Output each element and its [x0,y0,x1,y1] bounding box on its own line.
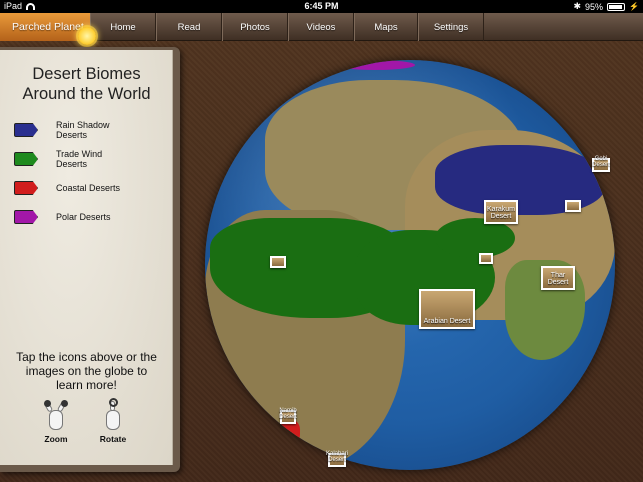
legend-label: Polar Deserts [56,212,111,222]
status-bar: iPad 6:45 PM ✱ 95% ⚡ [0,0,643,13]
persian-desert-region [435,218,515,258]
tab-read[interactable]: Read [156,13,222,41]
legend-panel: Desert Biomes Around the World Rain Shad… [0,50,173,465]
legend: Rain Shadow Deserts Trade Wind Deserts C… [14,116,169,232]
instruction-text: Tap the icons above or the images on the… [4,350,169,392]
globe-map[interactable] [205,60,615,470]
legend-label-line2: Deserts [56,159,88,169]
tab-photos[interactable]: Photos [222,13,288,41]
legend-label: Trade Wind Deserts [56,149,102,169]
legend-label-line1: Trade Wind [56,149,103,159]
instruction-line3: learn more! [56,378,117,392]
nav-bar: Parched Planet Home Read Photos Videos M… [0,13,643,45]
polar-swatch-icon [14,210,38,224]
tab-settings[interactable]: Settings [418,13,484,41]
panel-title: Desert Biomes Around the World [0,64,173,104]
coastal-swatch-icon [14,181,38,195]
thar-desert-thumbnail[interactable]: Thar Desert [541,266,575,290]
tab-home[interactable]: Home [90,13,156,41]
sun-icon [78,27,96,45]
instruction-line2: images on the globe to [25,364,148,378]
tab-maps[interactable]: Maps [354,13,418,41]
legend-label: Coastal Deserts [56,183,121,193]
status-right: ✱ 95% ⚡ [573,1,639,12]
battery-percent: 95% [585,1,604,12]
legend-item-rain-shadow[interactable]: Rain Shadow Deserts [14,116,169,144]
rotate-gesture: Rotate [93,398,133,444]
legend-label: Rain Shadow Deserts [56,120,110,140]
brand-label: Parched Planet [12,21,84,33]
kalahari-desert-thumbnail[interactable]: Kalahari Desert [326,451,348,467]
panel-title-line1: Desert Biomes [32,65,141,83]
zoom-gesture: Zoom [36,400,76,444]
legend-label-line2: Deserts [56,130,88,140]
polar-desert-region [335,60,415,70]
legend-item-polar[interactable]: Polar Deserts [14,203,169,231]
brand-button[interactable]: Parched Planet [0,13,96,45]
pinch-hand-icon [43,400,69,432]
tab-videos[interactable]: Videos [288,13,354,41]
rain-shadow-swatch-icon [14,123,38,137]
namib-desert-thumbnail[interactable]: Namib Desert [279,408,297,424]
legend-item-trade-wind[interactable]: Trade Wind Deserts [14,145,169,173]
status-time: 6:45 PM [304,1,339,11]
panel-title-line2: Around the World [22,85,151,103]
charging-icon: ⚡ [629,2,639,11]
sahara-desert-thumbnail[interactable] [270,256,286,268]
gobi-desert-thumbnail[interactable]: Gobi Desert [592,156,610,172]
bluetooth-icon: ✱ [573,1,582,11]
globe-container: Karakum Desert Arabian Desert Thar Deser… [205,60,615,470]
legend-label-line1: Rain Shadow [56,120,110,130]
zoom-label: Zoom [44,434,68,444]
battery-icon [607,2,626,11]
rotate-hand-icon [100,398,126,432]
iran-desert-thumbnail[interactable] [479,253,493,264]
instruction-line1: Tap the icons above or the [16,350,157,364]
karakum-desert-thumbnail[interactable]: Karakum Desert [484,200,518,224]
legend-item-coastal[interactable]: Coastal Deserts [14,174,169,202]
arabian-desert-thumbnail[interactable]: Arabian Desert [419,289,475,329]
taklamakan-desert-thumbnail[interactable] [565,200,581,212]
rotate-label: Rotate [99,434,127,444]
trade-wind-swatch-icon [14,152,38,166]
